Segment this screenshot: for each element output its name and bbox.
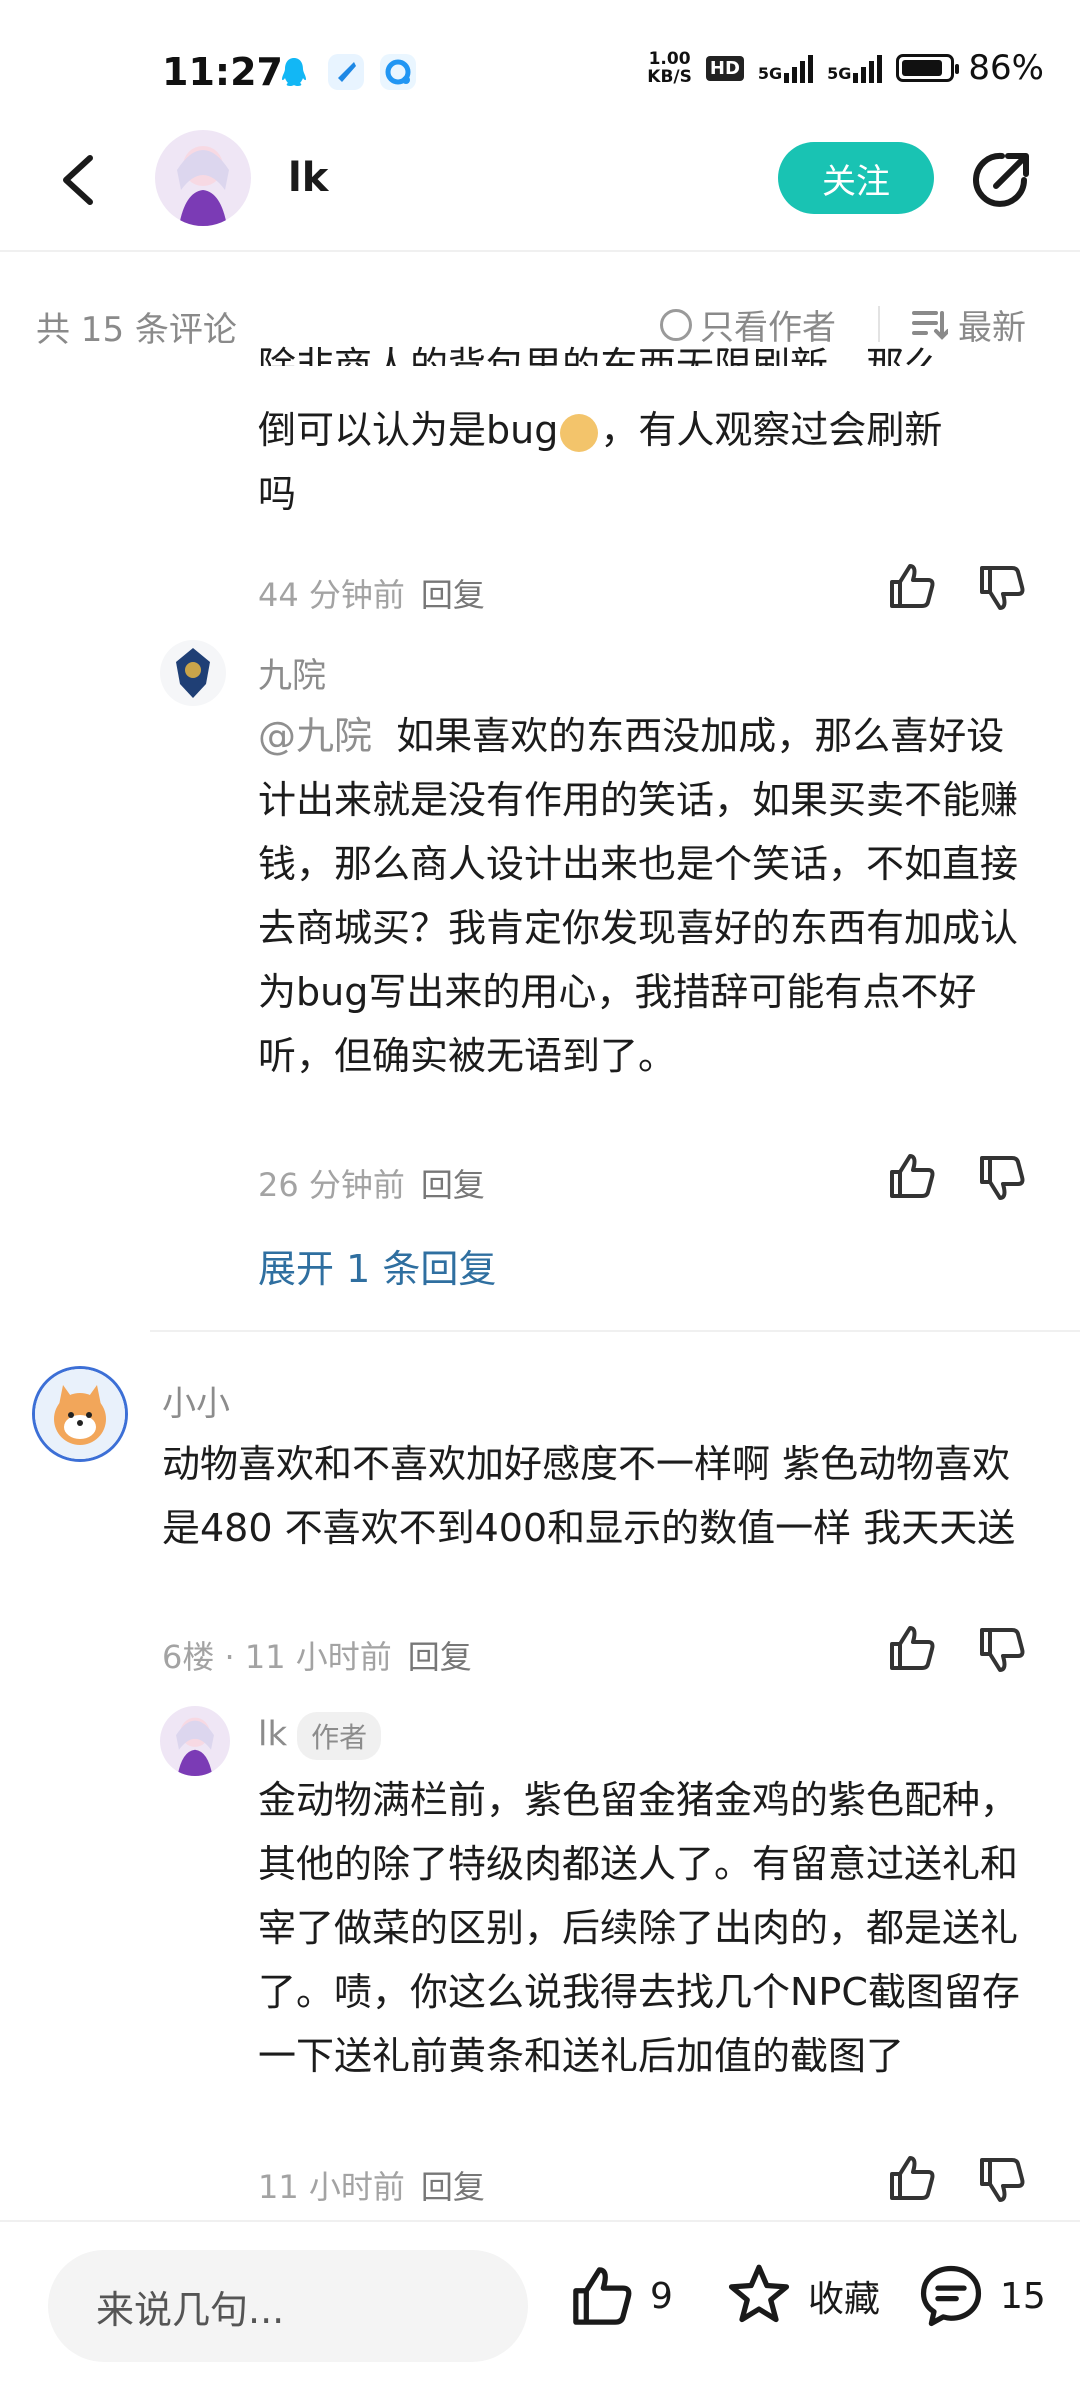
author-badge: 作者 [297, 1712, 382, 1760]
message-app-icon [328, 54, 364, 90]
thumbs-up-icon [573, 2267, 632, 2325]
reply-button[interactable]: 回复 [408, 1638, 472, 1676]
reply-button[interactable]: 回复 [421, 576, 485, 614]
share-button[interactable] [966, 146, 1036, 216]
favorite-label: 收藏 [808, 2279, 881, 2320]
bottom-bar-divider [0, 2220, 1080, 2222]
browser-app-icon [380, 54, 416, 90]
comment-avatar-xiaoxiao[interactable] [32, 1366, 128, 1462]
reply-text: @九院 如果喜欢的东西没加成，那么喜好设计出来就是没有作用的笑话，如果买卖不能赚… [258, 714, 1019, 1078]
like-count: 9 [650, 2275, 673, 2317]
comment-username[interactable]: 小小 [162, 1376, 230, 1425]
hd-voice-icon: HD [705, 55, 744, 81]
comment-text: 动物喜欢和不喜欢加好感度不一样啊 紫色动物喜欢是480 不喜欢不到400和显示的… [162, 1442, 1016, 1550]
comment-input[interactable]: 来说几句... [48, 2250, 528, 2362]
star-icon [728, 2264, 790, 2323]
status-indicators: 1.00 KB/S HD 5G 5G 86% [647, 48, 1044, 88]
reply-meta: 11 小时前 回复 [258, 2168, 485, 2206]
reply-username[interactable]: 九院 [258, 648, 326, 697]
thumbs-up-icon [890, 2156, 935, 2200]
reply-username[interactable]: lk [258, 1715, 287, 1755]
thumbs-up-icon [890, 1626, 935, 1670]
thumbs-up-icon [890, 564, 935, 608]
follow-button[interactable]: 关注 [778, 142, 934, 214]
header-user-name[interactable]: lk [288, 155, 328, 201]
user-avatar[interactable] [155, 130, 251, 226]
reply-avatar-jiuyuan[interactable] [160, 640, 226, 706]
expand-replies-link[interactable]: 展开 1 条回复 [258, 1238, 496, 1293]
header-divider [0, 250, 1080, 252]
like-post-button[interactable]: 9 [568, 2262, 673, 2330]
favorite-button[interactable]: 收藏 [724, 2262, 880, 2330]
like-button[interactable] [886, 560, 938, 612]
dislike-button[interactable] [976, 562, 1028, 614]
qq-icon [276, 54, 312, 90]
battery-percent: 86% [968, 48, 1044, 88]
share-icon [973, 152, 1029, 207]
net-speed: 1.00 KB/S [647, 49, 692, 87]
thumbs-up-icon [890, 1154, 935, 1198]
thumbs-down-icon [980, 1156, 1025, 1200]
comment-meta: 6楼 · 11 小时前 回复 [162, 1638, 472, 1676]
comments-button[interactable]: 15 [916, 2262, 1046, 2330]
like-button[interactable] [886, 2152, 938, 2204]
reply-text-partial: 除非商人的背包里的东西无限刷新，那么 倒可以认为是bug，有人观察过会刷新 吗 [258, 344, 943, 516]
dislike-button[interactable] [976, 1624, 1028, 1676]
emoji-icon [560, 413, 599, 452]
thumbs-down-icon [980, 566, 1025, 610]
thumbs-down-icon [980, 2158, 1025, 2202]
signal-strength-icon-2: 5G [827, 53, 883, 83]
like-button[interactable] [886, 1150, 938, 1202]
dislike-button[interactable] [976, 2154, 1028, 2206]
thumbs-down-icon [980, 1628, 1025, 1672]
status-time: 11:27 [162, 50, 283, 94]
reply-username-row: lk 作者 [258, 1712, 382, 1760]
back-button[interactable] [52, 150, 112, 210]
reply-text: 金动物满栏前，紫色留金猪金鸡的紫色配种，其他的除了特级肉都送人了。有留意过送礼和… [258, 1778, 1020, 2078]
comment-count: 共 15 条评论 [36, 310, 237, 350]
back-arrow-icon [63, 155, 93, 205]
reply-avatar-lk[interactable] [160, 1706, 230, 1776]
dislike-button[interactable] [976, 1152, 1028, 1204]
like-button[interactable] [886, 1622, 938, 1674]
battery-icon [896, 54, 960, 82]
comment-divider [150, 1330, 1080, 1332]
reply-button[interactable]: 回复 [421, 1166, 485, 1204]
signal-strength-icon-1: 5G [758, 53, 814, 83]
comment-bubble-icon [920, 2265, 982, 2327]
reply-button[interactable]: 回复 [421, 2168, 485, 2206]
reply-meta: 44 分钟前 回复 [258, 576, 485, 614]
comment-count-badge: 15 [1000, 2275, 1046, 2317]
mention-link[interactable]: @九院 [258, 714, 372, 758]
reply-meta: 26 分钟前 回复 [258, 1166, 485, 1204]
